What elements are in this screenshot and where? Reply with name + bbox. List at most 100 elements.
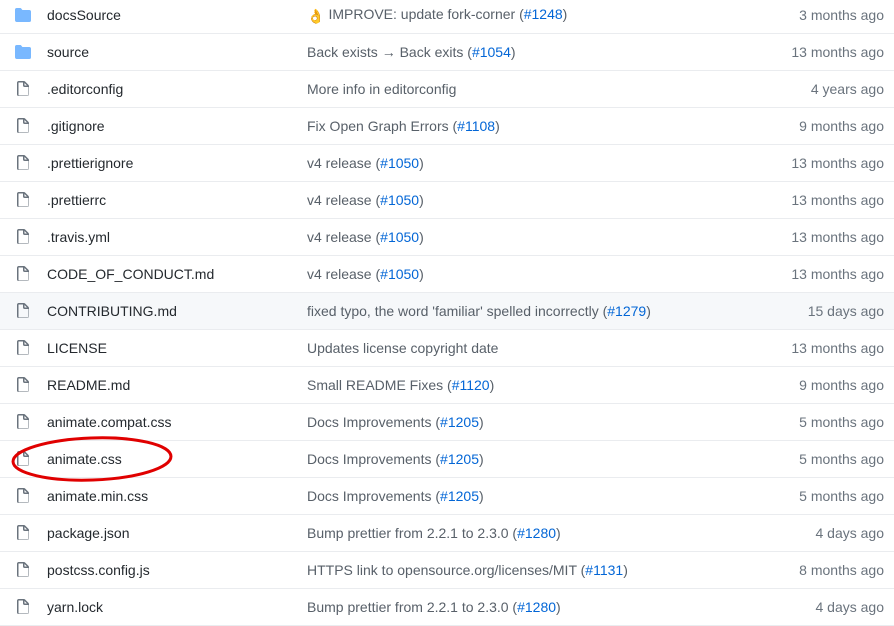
commit-message[interactable]: Bump prettier from 2.2.1 to 2.3.0 (#1280… (307, 525, 561, 541)
pull-request-link[interactable]: #1280 (517, 599, 556, 615)
file-row[interactable]: LICENSE Updates license copyright date 13 … (0, 330, 894, 367)
commit-message[interactable]: Updates license copyright date (307, 340, 498, 356)
pull-request-link[interactable]: #1108 (457, 118, 495, 134)
commit-message[interactable]: More info in editorconfig (307, 81, 456, 97)
commit-message-suffix: ) (419, 192, 424, 208)
commit-message-text[interactable]: v4 release ( (307, 192, 380, 208)
commit-message[interactable]: v4 release (#1050) (307, 229, 424, 245)
folder-icon (15, 7, 31, 23)
commit-message-text[interactable]: HTTPS link to opensource.org/licenses/MI… (307, 562, 585, 578)
file-row[interactable]: postcss.config.js HTTPS link to opensourc… (0, 552, 894, 589)
file-name-link[interactable]: animate.min.css (47, 488, 148, 504)
commit-message-text[interactable]: Small README Fixes ( (307, 377, 452, 393)
commit-message-text[interactable]: Updates license copyright date (307, 340, 498, 356)
file-row[interactable]: source Back exists → Back exits (#1054) 13… (0, 34, 894, 71)
commit-message-text[interactable]: Docs Improvements ( (307, 451, 440, 467)
commit-message-text[interactable]: Fix Open Graph Errors ( (307, 118, 457, 134)
commit-message-text[interactable]: v4 release ( (307, 266, 380, 282)
commit-age: 9 months ago (799, 377, 884, 393)
commit-message-text[interactable]: Back exists → Back exits ( (307, 44, 472, 60)
pull-request-link[interactable]: #1205 (440, 451, 479, 467)
file-row[interactable]: yarn.lock Bump prettier from 2.2.1 to 2.3… (0, 589, 894, 626)
pull-request-link[interactable]: #1279 (607, 303, 646, 319)
commit-message[interactable]: fixed typo, the word 'familiar' spelled … (307, 303, 651, 319)
file-row[interactable]: .prettierignore v4 release (#1050) 13 mont… (0, 145, 894, 182)
file-name-link[interactable]: .travis.yml (47, 229, 110, 245)
commit-message-text[interactable]: IMPROVE: update fork-corner ( (328, 6, 523, 22)
pull-request-link[interactable]: #1205 (440, 414, 479, 430)
ok-hand-icon: 👌 (307, 7, 325, 24)
file-row[interactable]: animate.min.css Docs Improvements (#1205)… (0, 478, 894, 515)
commit-message[interactable]: Back exists → Back exits (#1054) (307, 44, 516, 60)
commit-message[interactable]: Docs Improvements (#1205) (307, 451, 484, 467)
file-row[interactable]: .travis.yml v4 release (#1050) 13 months a… (0, 219, 894, 256)
commit-age: 8 months ago (799, 562, 884, 578)
commit-message-suffix: ) (510, 44, 516, 60)
file-icon (15, 414, 31, 430)
pull-request-link[interactable]: #1054 (472, 44, 511, 60)
file-row[interactable]: docsSource 👌 IMPROVE: update fork-corner (… (0, 0, 894, 34)
file-name-link[interactable]: .gitignore (47, 118, 105, 134)
commit-age: 5 months ago (799, 451, 884, 467)
commit-message-text[interactable]: Docs Improvements ( (307, 414, 440, 430)
file-name-link[interactable]: LICENSE (47, 340, 107, 356)
file-row[interactable]: package.json Bump prettier from 2.2.1 to … (0, 515, 894, 552)
commit-message-text[interactable]: More info in editorconfig (307, 81, 456, 97)
file-name-link[interactable]: CODE_OF_CONDUCT.md (47, 266, 214, 282)
commit-message-text[interactable]: Docs Improvements ( (307, 488, 440, 504)
file-row[interactable]: .editorconfig More info in editorconfig 4 … (0, 71, 894, 108)
pull-request-link[interactable]: #1248 (524, 6, 563, 22)
file-name-link[interactable]: animate.css (47, 451, 122, 467)
pull-request-link[interactable]: #1050 (380, 192, 419, 208)
file-name-link[interactable]: docsSource (47, 7, 121, 23)
commit-message-text[interactable]: fixed typo, the word 'familiar' spelled … (307, 303, 607, 319)
file-name-link[interactable]: .prettierignore (47, 155, 133, 171)
commit-message-suffix: ) (478, 451, 484, 467)
pull-request-link[interactable]: #1131 (585, 562, 623, 578)
file-name-link[interactable]: README.md (47, 377, 130, 393)
commit-age: 9 months ago (799, 118, 884, 134)
file-row[interactable]: README.md Small README Fixes (#1120) 9 mon… (0, 367, 894, 404)
commit-message-text[interactable]: v4 release ( (307, 155, 380, 171)
file-row[interactable]: animate.css Docs Improvements (#1205) 5 mo… (0, 441, 894, 478)
commit-message[interactable]: Docs Improvements (#1205) (307, 414, 484, 430)
file-icon (15, 599, 31, 615)
commit-message[interactable]: HTTPS link to opensource.org/licenses/MI… (307, 562, 628, 578)
pull-request-link[interactable]: #1050 (380, 155, 419, 171)
commit-message[interactable]: Docs Improvements (#1205) (307, 488, 484, 504)
file-name-link[interactable]: .prettierrc (47, 192, 106, 208)
commit-age: 15 days ago (807, 303, 884, 319)
pull-request-link[interactable]: #1120 (452, 377, 490, 393)
commit-message[interactable]: Bump prettier from 2.2.1 to 2.3.0 (#1280… (307, 599, 561, 615)
commit-message[interactable]: Fix Open Graph Errors (#1108) (307, 118, 500, 134)
file-name-link[interactable]: CONTRIBUTING.md (47, 303, 177, 319)
commit-message-suffix: ) (478, 488, 484, 504)
file-row[interactable]: CONTRIBUTING.md fixed typo, the word 'fam… (0, 293, 894, 330)
commit-age: 13 months ago (791, 44, 884, 60)
commit-message[interactable]: 👌 IMPROVE: update fork-corner (#1248) (307, 6, 567, 25)
commit-message-text[interactable]: Bump prettier from 2.2.1 to 2.3.0 ( (307, 525, 517, 541)
pull-request-link[interactable]: #1050 (380, 229, 419, 245)
commit-message-text[interactable]: v4 release ( (307, 229, 380, 245)
commit-message[interactable]: v4 release (#1050) (307, 266, 424, 282)
commit-age: 4 years ago (810, 81, 884, 97)
pull-request-link[interactable]: #1205 (440, 488, 479, 504)
file-name-link[interactable]: .editorconfig (47, 81, 123, 97)
commit-message[interactable]: Small README Fixes (#1120) (307, 377, 494, 393)
pull-request-link[interactable]: #1050 (380, 266, 419, 282)
commit-message-text[interactable]: Bump prettier from 2.2.1 to 2.3.0 ( (307, 599, 517, 615)
file-row[interactable]: CODE_OF_CONDUCT.md v4 release (#1050) 13 m… (0, 256, 894, 293)
file-row[interactable]: .gitignore Fix Open Graph Errors (#1108) 9… (0, 108, 894, 145)
commit-age: 13 months ago (791, 229, 884, 245)
file-name-link[interactable]: animate.compat.css (47, 414, 172, 430)
pull-request-link[interactable]: #1280 (517, 525, 556, 541)
file-row[interactable]: .prettierrc v4 release (#1050) 13 months a… (0, 182, 894, 219)
file-name-link[interactable]: package.json (47, 525, 130, 541)
file-name-link[interactable]: yarn.lock (47, 599, 103, 615)
file-name-link[interactable]: postcss.config.js (47, 562, 150, 578)
file-row[interactable]: animate.compat.css Docs Improvements (#12… (0, 404, 894, 441)
file-icon (15, 525, 31, 541)
commit-message[interactable]: v4 release (#1050) (307, 192, 424, 208)
file-name-link[interactable]: source (47, 44, 89, 60)
commit-message[interactable]: v4 release (#1050) (307, 155, 424, 171)
